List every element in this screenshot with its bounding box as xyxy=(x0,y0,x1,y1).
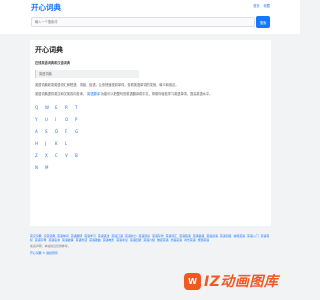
letter-row: Q W E R T xyxy=(35,101,266,113)
letter-link[interactable]: I xyxy=(55,117,65,122)
letter-link[interactable]: A xyxy=(35,129,45,134)
footer-link[interactable]: 英语电影 xyxy=(103,238,115,242)
translate-text-after: 功能可以把整句的英语翻译成中文，帮助你轻松学习英语单词，提高英语水平。 xyxy=(100,92,213,96)
footer-link[interactable]: 旅游英语 xyxy=(198,238,210,242)
letter-link[interactable]: R xyxy=(65,105,75,110)
footer-link[interactable]: 英语考试 xyxy=(116,238,128,242)
letter-link[interactable]: F xyxy=(65,129,75,134)
footer-link[interactable]: 商务英语 xyxy=(184,238,196,242)
watermark: W IZ动画图库 xyxy=(184,269,284,293)
letter-link[interactable]: U xyxy=(45,117,55,122)
letter-link[interactable]: N xyxy=(35,165,45,170)
translate-text-before: 英语词典提供英汉和汉英双向查询， xyxy=(35,92,86,96)
translate-paragraph: 英语词典提供英汉和汉英双向查询， 英语翻译 功能可以把整句的英语翻译成中文，帮助… xyxy=(35,92,266,97)
letter-link[interactable]: M xyxy=(45,165,55,170)
letter-link[interactable]: V xyxy=(65,153,75,158)
letter-link[interactable]: G xyxy=(75,129,85,134)
letter-link[interactable]: B xyxy=(75,153,85,158)
search-button[interactable]: 搜索 xyxy=(256,16,270,28)
translate-link[interactable]: 英语翻译 xyxy=(87,92,100,96)
letter-row: N M xyxy=(35,161,266,173)
footer-link[interactable]: 英语入门 xyxy=(247,234,259,238)
footer-note: 免责声明：本站信息仅供参考。 xyxy=(30,244,71,249)
footer-link[interactable]: 英语词组 xyxy=(220,234,232,238)
footer-link[interactable]: 英语字母 xyxy=(35,238,47,242)
watermark-badge-icon: W xyxy=(184,272,201,290)
footer-link[interactable]: 英语歌曲 xyxy=(89,238,101,242)
letter-link[interactable]: H xyxy=(35,141,45,146)
letter-link[interactable]: C xyxy=(55,153,65,158)
letter-link[interactable]: Q xyxy=(35,105,45,110)
letter-link[interactable]: E xyxy=(55,105,65,110)
letter-link[interactable]: T xyxy=(75,105,85,110)
letter-link[interactable]: P xyxy=(75,117,85,122)
letter-link[interactable]: S xyxy=(45,129,55,134)
letter-link[interactable]: O xyxy=(65,117,75,122)
footer-link[interactable]: 常用英语 xyxy=(233,234,245,238)
letter-link[interactable]: K xyxy=(55,141,65,146)
letter-row: H J K L xyxy=(35,137,266,149)
footer-copyright[interactable]: 开心词典 © 版权所有 xyxy=(30,251,270,255)
intro-paragraph: 英语词典收录英语词汇和短语、词组、俗语，让你快速找到单词，查看英语单词的发音、释… xyxy=(35,83,179,87)
letter-link[interactable]: Y xyxy=(35,117,45,122)
letter-row: Y U I O P xyxy=(35,113,266,125)
top-links: 首页 收藏 xyxy=(250,3,270,8)
search-input[interactable] xyxy=(31,17,255,27)
main-card: 开心词典 在线英语词典和汉语词典 英语词典 英语词典收录英语词汇和短语、词组、俗… xyxy=(30,40,271,226)
letter-link[interactable]: W xyxy=(45,105,55,110)
letter-row: Z X C V B xyxy=(35,149,266,161)
letter-link[interactable]: J xyxy=(45,141,55,146)
section-label: 英语词典 xyxy=(35,70,139,78)
top-bar: 开心词典 首页 收藏 搜索 xyxy=(0,0,300,34)
footer-link[interactable]: 英语四级 xyxy=(130,238,142,242)
site-logo[interactable]: 开心词典 xyxy=(31,2,61,13)
letter-link[interactable]: D xyxy=(55,129,65,134)
footer-link[interactable]: 英语故事 xyxy=(62,238,74,242)
letter-link[interactable]: Z xyxy=(35,153,45,158)
letter-link[interactable]: X xyxy=(45,153,55,158)
footer-link[interactable]: 托福英语 xyxy=(171,238,183,242)
footer-link[interactable]: 雅思英语 xyxy=(157,238,169,242)
footer-link[interactable]: 英语六级 xyxy=(143,238,155,242)
letter-index: Q W E R T Y U I O P A S D F G H J K L Z xyxy=(35,101,266,173)
footer-link[interactable]: 英语笑话 xyxy=(76,238,88,242)
footer: 英汉词典 汉英词典 英语单词 英语翻译 英语学习 英语语法 英语口语 英语听力 英语阅读 英语写作… xyxy=(30,234,270,255)
page-title: 开心词典 xyxy=(35,46,63,54)
letter-link[interactable]: L xyxy=(65,141,75,146)
watermark-text: IZ动画图库 xyxy=(204,274,279,290)
letter-row: A S D F G xyxy=(35,125,266,137)
footer-links: 英汉词典 汉英词典 英语单词 英语翻译 英语学习 英语语法 英语口语 英语听力 英语阅读 英语写作… xyxy=(30,234,270,242)
footer-link[interactable]: 英语名言 xyxy=(48,238,60,242)
top-link-home[interactable]: 首页 xyxy=(253,4,259,8)
top-link-favorites[interactable]: 收藏 xyxy=(264,4,270,8)
page-subtitle: 在线英语词典和汉语词典 xyxy=(35,61,71,65)
